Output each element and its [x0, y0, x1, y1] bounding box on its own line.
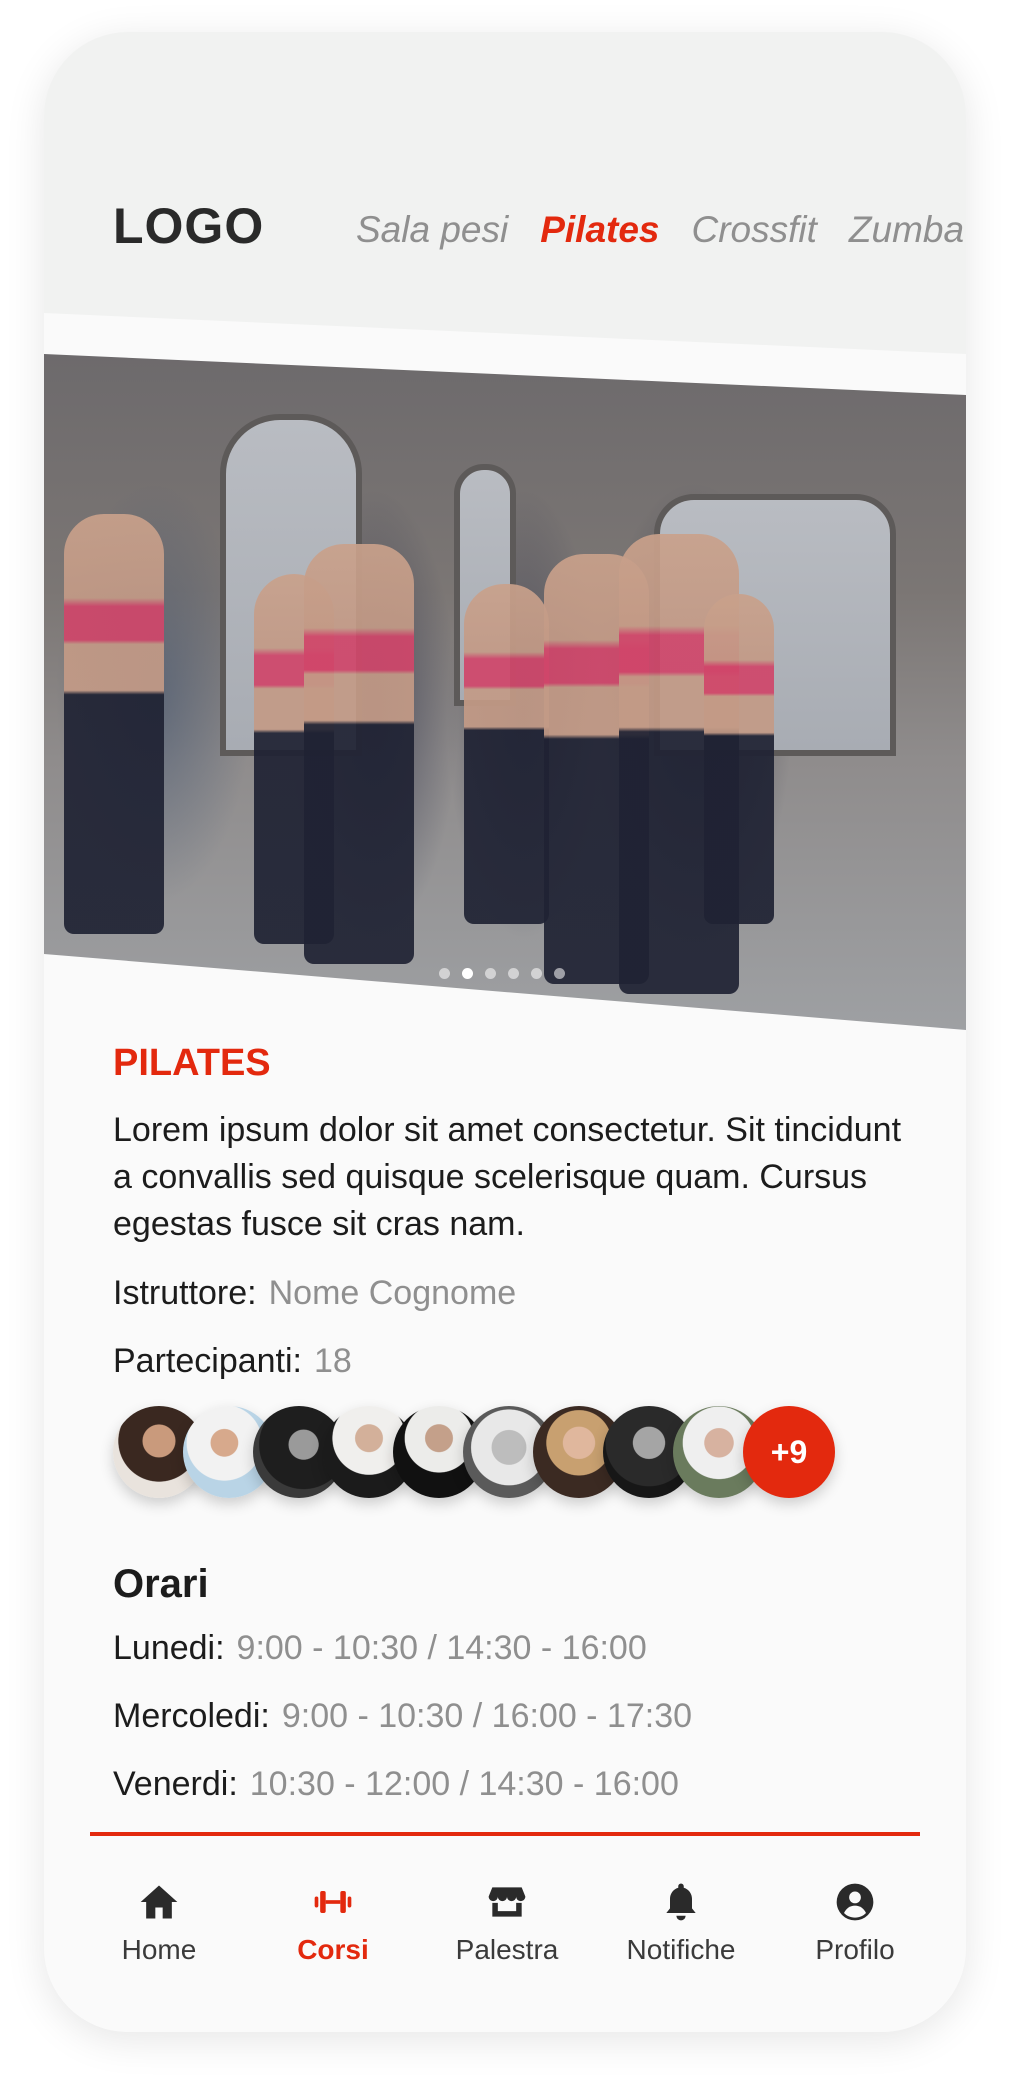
category-tabs: Sala pesi Pilates Crossfit Zumba: [356, 209, 966, 269]
instructor-label: Istruttore:: [113, 1274, 257, 1312]
more-participants-badge[interactable]: +9: [743, 1406, 835, 1498]
phone-screen: LOGO Sala pesi Pilates Crossfit Zumba PILAT…: [44, 32, 966, 2032]
carousel-dots: [439, 966, 577, 980]
nav-label: Corsi: [297, 1934, 369, 1965]
nav-notifiche[interactable]: Notifiche: [594, 1880, 768, 1966]
schedule-title: Orari: [113, 1562, 209, 1606]
logo: LOGO: [113, 198, 265, 254]
tab-sala-pesi[interactable]: Sala pesi: [356, 209, 508, 251]
dumbbell-icon: [314, 1891, 352, 1913]
nav-corsi[interactable]: Corsi: [246, 1880, 420, 1966]
hero-image-carousel[interactable]: [44, 354, 966, 1030]
home-icon: [140, 1885, 178, 1919]
carousel-dot[interactable]: [439, 968, 450, 979]
instructor-name: Nome Cognome: [268, 1274, 517, 1312]
nav-label: Notifiche: [626, 1934, 736, 1965]
hero-person: [464, 584, 549, 924]
course-title: PILATES: [113, 1042, 271, 1084]
schedule-hours: 9:00 - 10:30 / 14:30 - 16:00: [236, 1629, 647, 1667]
participants-label: Partecipanti:: [113, 1342, 302, 1380]
nav-profilo[interactable]: Profilo: [768, 1880, 942, 1966]
schedule-row-monday: Lunedi: 9:00 - 10:30 / 14:30 - 16:00: [113, 1625, 903, 1671]
schedule-row-wednesday: Mercoledi: 9:00 - 10:30 / 16:00 - 17:30: [113, 1693, 903, 1739]
bottom-navigation: Home Corsi Palestra Notifiche Profilo: [44, 1832, 966, 2032]
participants-row: Partecipanti: 18: [113, 1338, 903, 1384]
carousel-dot[interactable]: [531, 968, 542, 979]
bell-icon: [666, 1883, 696, 1921]
course-description: Lorem ipsum dolor sit amet consectetur. …: [113, 1111, 902, 1243]
participants-count: 18: [314, 1342, 352, 1380]
schedule-day: Mercoledi:: [113, 1697, 270, 1735]
carousel-dot[interactable]: [554, 968, 565, 979]
nav-label: Palestra: [455, 1934, 559, 1965]
store-icon: [488, 1887, 526, 1917]
tab-pilates[interactable]: Pilates: [540, 209, 659, 251]
user-circle-icon: [836, 1883, 874, 1921]
nav-label: Profilo: [815, 1934, 895, 1965]
tabbar-divider: [90, 1832, 920, 1836]
schedule-hours: 10:30 - 12:00 / 14:30 - 16:00: [249, 1765, 679, 1803]
hero-person: [704, 594, 774, 924]
schedule-day: Lunedi:: [113, 1629, 225, 1667]
nav-home[interactable]: Home: [72, 1880, 246, 1966]
hero-person: [64, 514, 164, 934]
tab-crossfit[interactable]: Crossfit: [692, 209, 817, 251]
nav-label: Home: [121, 1934, 197, 1965]
carousel-dot-active[interactable]: [462, 968, 473, 979]
participant-avatars: +9: [113, 1406, 903, 1502]
schedule-day: Venerdi:: [113, 1765, 238, 1803]
carousel-dot[interactable]: [508, 968, 519, 979]
instructor-row: Istruttore: Nome Cognome: [113, 1270, 903, 1316]
carousel-dot[interactable]: [485, 968, 496, 979]
tab-zumba[interactable]: Zumba: [849, 209, 964, 251]
nav-palestra[interactable]: Palestra: [420, 1880, 594, 1966]
hero-person: [304, 544, 414, 964]
course-details: PILATES Lorem ipsum dolor sit amet conse…: [113, 1042, 903, 1829]
schedule-hours: 9:00 - 10:30 / 16:00 - 17:30: [281, 1697, 693, 1735]
schedule-row-friday: Venerdi: 10:30 - 12:00 / 14:30 - 16:00: [113, 1761, 903, 1807]
